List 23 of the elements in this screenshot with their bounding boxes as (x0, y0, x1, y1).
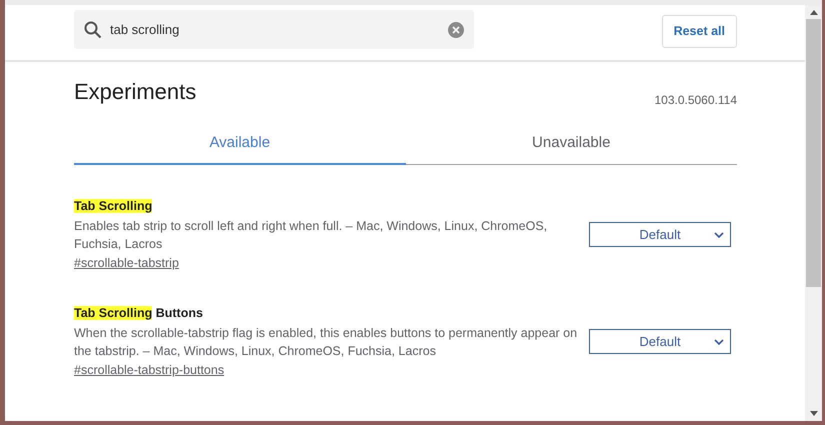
version-text: 103.0.5060.114 (654, 93, 737, 107)
clear-icon[interactable] (448, 22, 464, 38)
flag-description: When the scrollable-tabstrip flag is enabled, this enables buttons to permanently appear on the tabstrip. – Mac, Windows, Linux, ChromeOS, Fuchsia, Lacros (74, 325, 578, 360)
flag-dropdown[interactable]: Default (589, 222, 731, 247)
scrollbar[interactable] (805, 5, 822, 421)
flag-title: Tab Scrolling Buttons (74, 306, 203, 320)
caret-icon (714, 232, 724, 238)
search-field[interactable]: tab scrolling (74, 10, 474, 49)
scrollbar-thumb[interactable] (806, 19, 821, 287)
page-title: Experiments (74, 79, 196, 105)
flag-description: Enables tab strip to scroll left and right when full. – Mac, Windows, Linux, ChromeOS, Fuchsia, Lacros (74, 218, 548, 253)
search-text: tab scrolling (110, 22, 180, 37)
flag-title: Tab Scrolling (74, 199, 152, 213)
scroll-up-icon[interactable] (810, 9, 818, 15)
tab[interactable]: Available (74, 134, 406, 165)
search-icon (84, 20, 102, 38)
flag-dropdown[interactable]: Default (589, 329, 731, 354)
flag-link[interactable]: #scrollable-tabstrip-buttons (74, 363, 224, 377)
reset-all-button[interactable]: Reset all (662, 14, 737, 48)
tab[interactable]: Unavailable (406, 134, 737, 165)
caret-icon (714, 339, 724, 345)
scroll-down-icon[interactable] (810, 411, 818, 417)
flag-link[interactable]: #scrollable-tabstrip (74, 256, 179, 270)
